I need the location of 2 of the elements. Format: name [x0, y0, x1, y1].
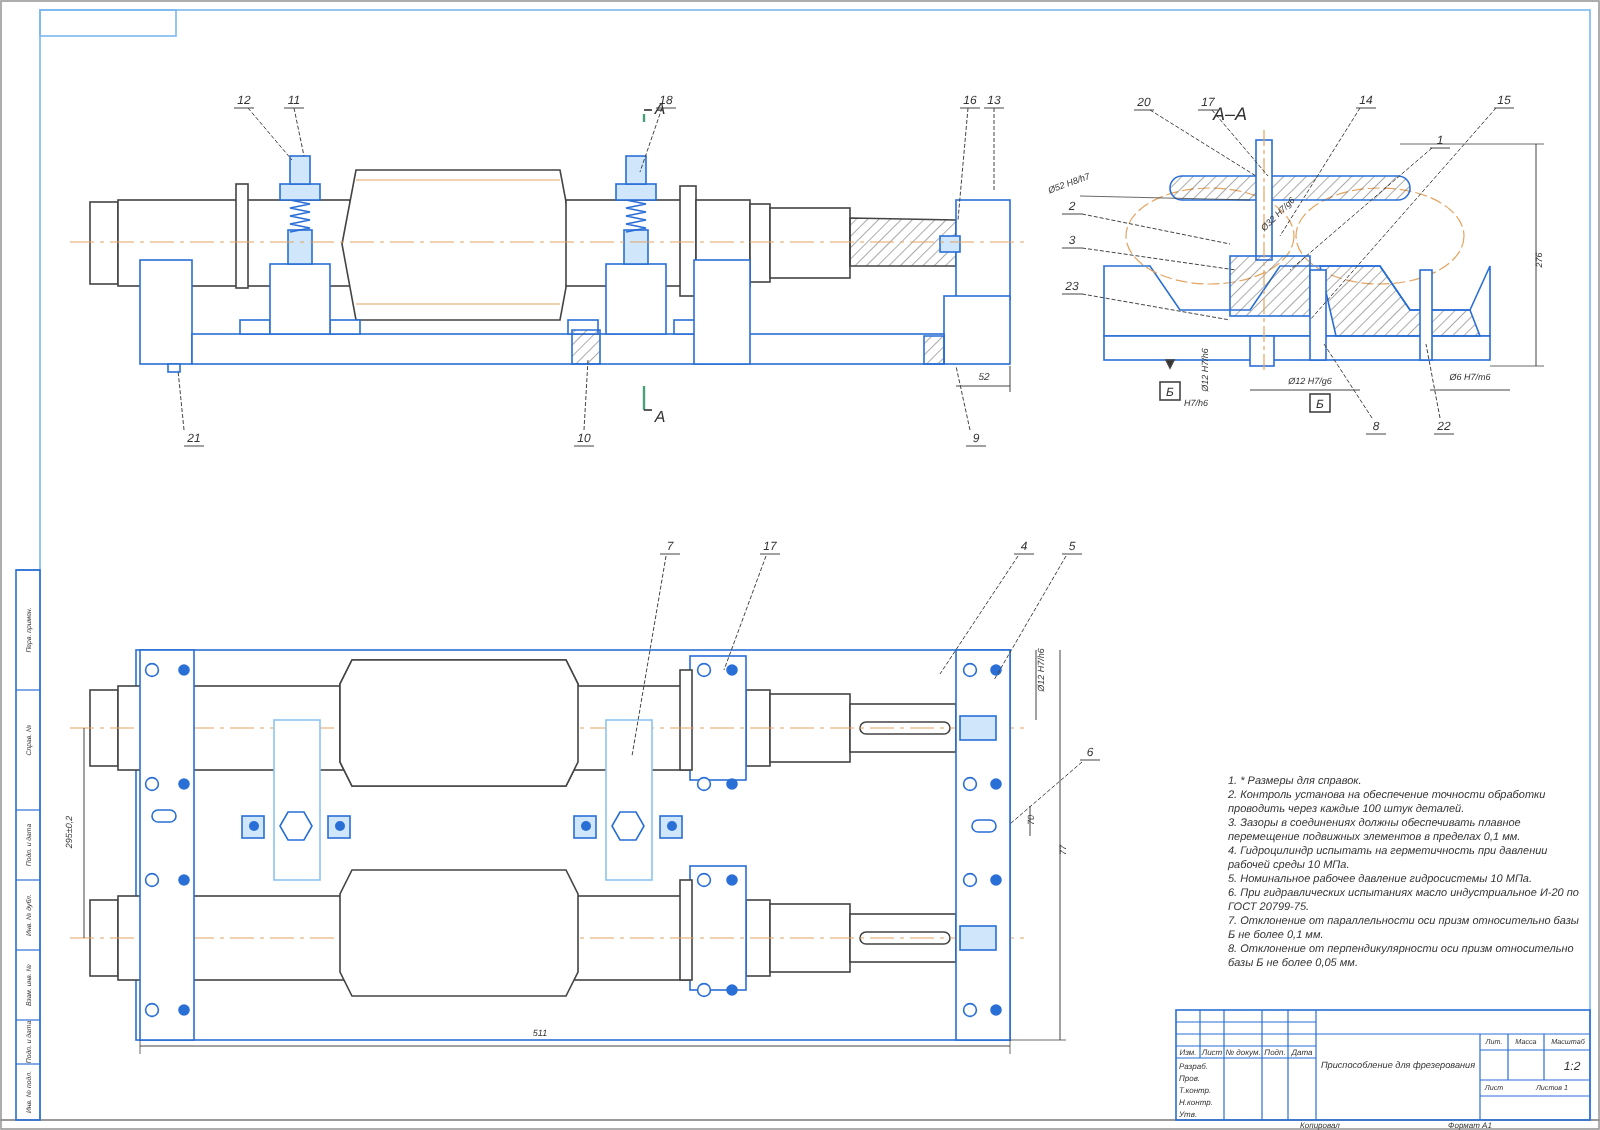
section-letter: А [654, 408, 666, 426]
section-title: А–А [1213, 104, 1247, 124]
